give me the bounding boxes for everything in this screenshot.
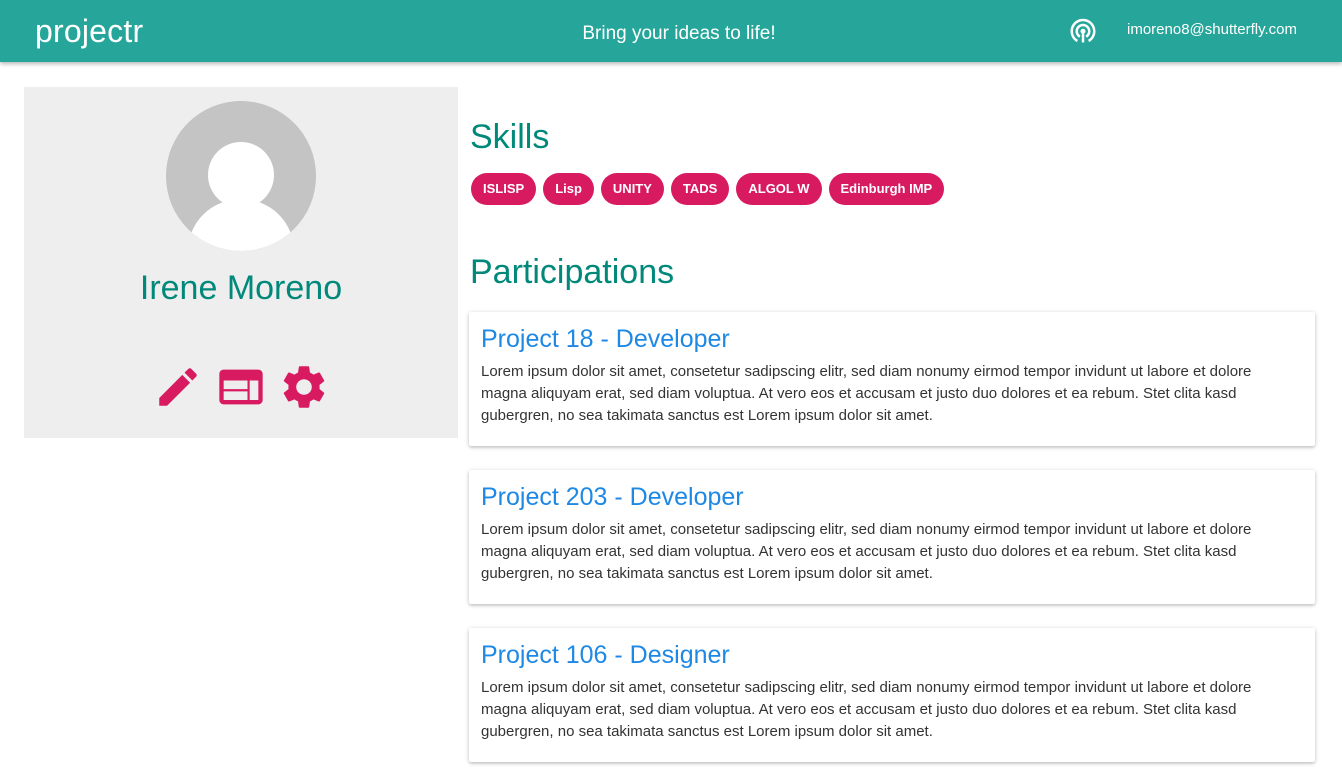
project-title-link[interactable]: Project 106 - Designer: [481, 639, 730, 671]
edit-profile-button: [159, 368, 197, 406]
project-title-link[interactable]: Project 203 - Developer: [481, 481, 744, 513]
skill-chip[interactable]: Edinburgh IMP: [828, 173, 945, 205]
project-card: Project 203 - Developer Lorem ipsum dolo…: [469, 470, 1315, 604]
skill-chip[interactable]: TADS: [670, 173, 730, 205]
web-layout-icon[interactable]: [215, 361, 267, 413]
person-icon: [166, 101, 316, 251]
profile-actions: [152, 361, 332, 413]
skill-chip[interactable]: ALGOL W: [736, 173, 822, 205]
skill-chip[interactable]: ISLISP: [471, 173, 537, 205]
settings-button: [283, 366, 325, 408]
skill-chip[interactable]: Lisp: [543, 173, 594, 205]
avatar: [166, 101, 316, 251]
web-page-button: [219, 369, 263, 405]
project-card: Project 18 - Developer Lorem ipsum dolor…: [469, 312, 1315, 446]
podcast-icon[interactable]: [1064, 11, 1102, 49]
app-header: projectr Bring your ideas to life! imore…: [0, 0, 1342, 62]
podcast-icon-graphic: [1070, 18, 1096, 43]
header-tagline: Bring your ideas to life!: [582, 23, 776, 44]
skills-heading: Skills: [470, 118, 550, 156]
skills-chips: ISLISP Lisp UNITY TADS ALGOL W Edinburgh…: [471, 173, 945, 205]
project-description: Lorem ipsum dolor sit amet, consetetur s…: [481, 363, 1252, 424]
brand-logo[interactable]: projectr: [35, 11, 143, 51]
project-card: Project 106 - Designer Lorem ipsum dolor…: [469, 628, 1315, 762]
profile-name: Irene Moreno: [139, 269, 343, 307]
user-email[interactable]: imoreno8@shutterfly.com: [1127, 20, 1297, 40]
pencil-icon[interactable]: [152, 361, 204, 413]
skill-chip[interactable]: UNITY: [600, 173, 664, 205]
gear-icon[interactable]: [278, 361, 330, 413]
project-description: Lorem ipsum dolor sit amet, consetetur s…: [481, 679, 1252, 740]
participations-heading: Participations: [470, 253, 675, 291]
project-description: Lorem ipsum dolor sit amet, consetetur s…: [481, 521, 1252, 582]
project-title-link[interactable]: Project 18 - Developer: [481, 323, 730, 355]
profile-card: Irene Moreno: [24, 87, 458, 438]
